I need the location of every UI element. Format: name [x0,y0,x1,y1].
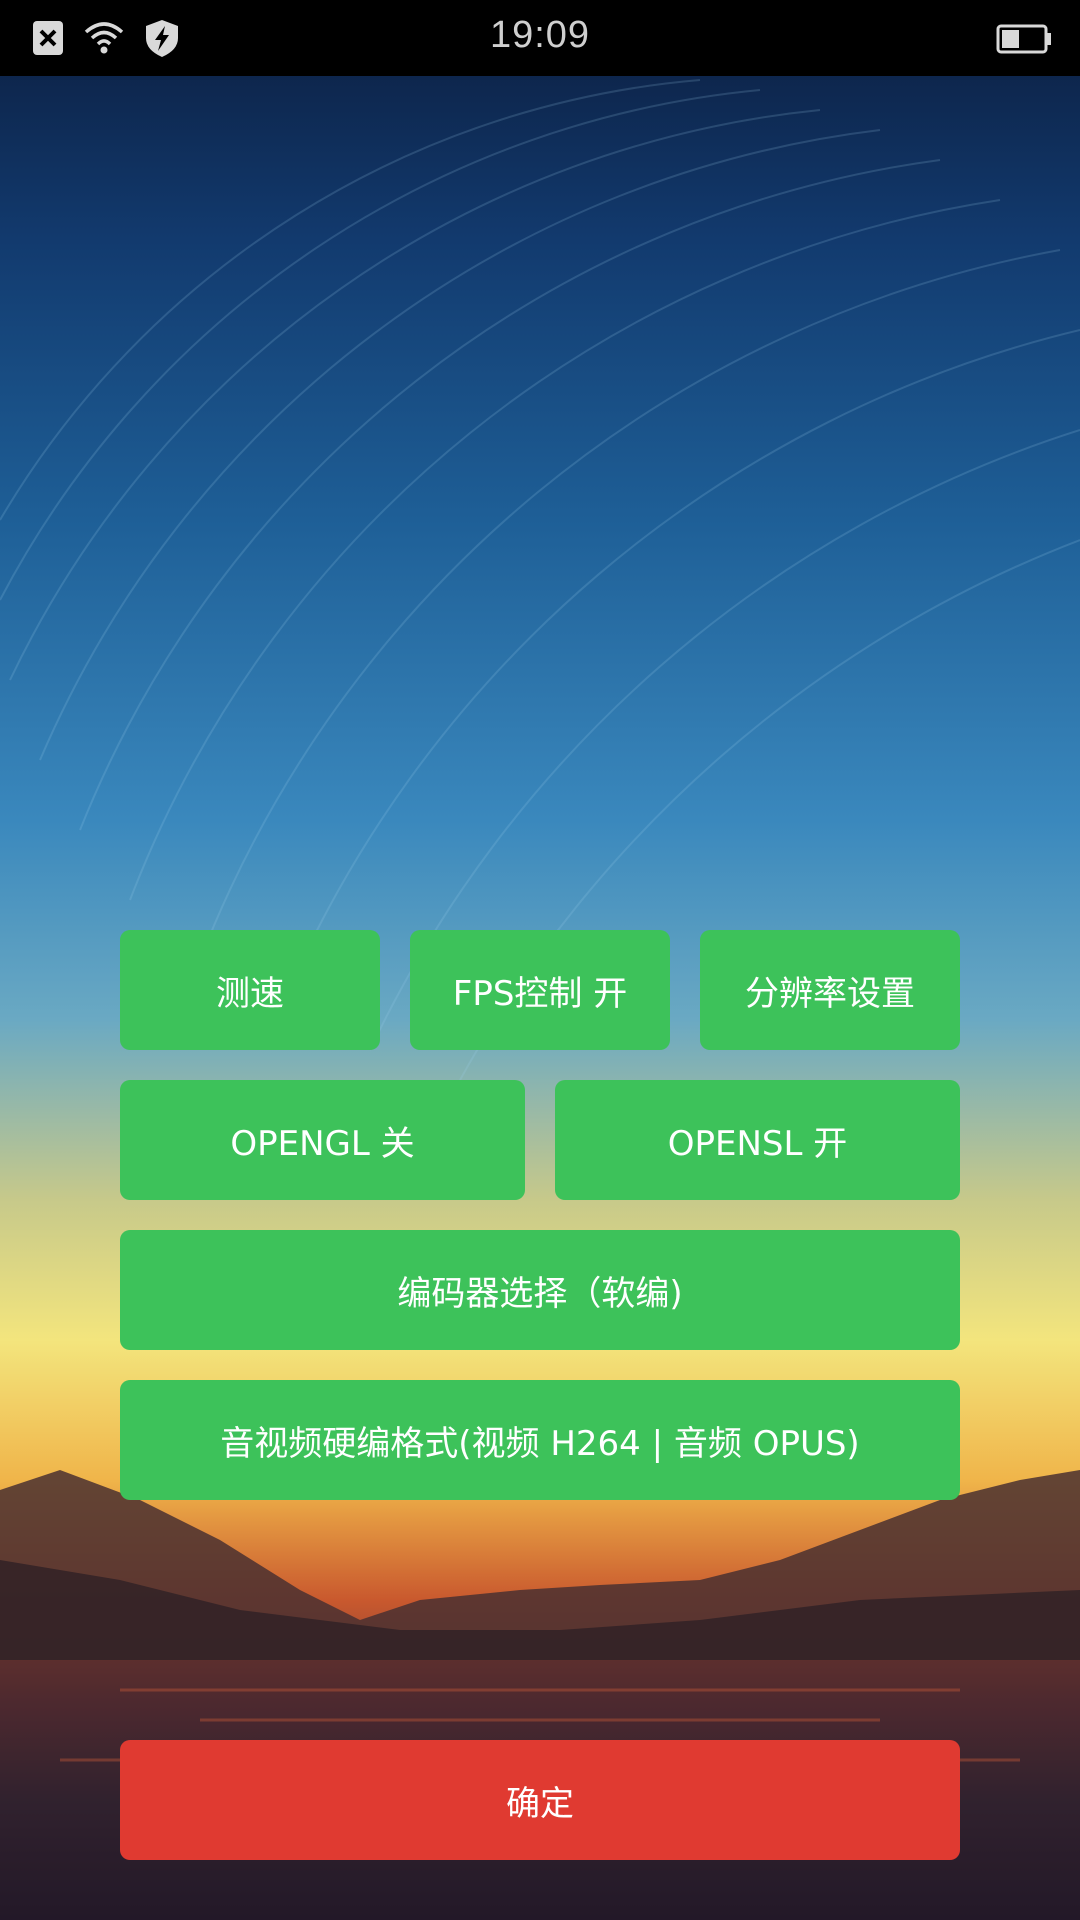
opengl-toggle-button[interactable]: OPENGL 关 [120,1080,525,1200]
battery-icon [996,24,1051,54]
shield-bolt-icon [146,20,178,57]
app-screen: 19:09 测速 FPS控制 开 分辨率设置 OPENGL 关 OPENSL 开… [0,0,1080,1920]
fps-control-button[interactable]: FPS控制 开 [410,930,670,1050]
close-notification-icon [33,21,63,55]
speed-test-button[interactable]: 测速 [120,930,380,1050]
wifi-icon [84,22,124,54]
hw-encode-format-button[interactable]: 音视频硬编格式(视频 H264 | 音频 OPUS) [120,1380,960,1500]
encoder-select-button[interactable]: 编码器选择（软编) [120,1230,960,1350]
opensl-toggle-button[interactable]: OPENSL 开 [555,1080,960,1200]
status-clock: 19:09 [489,14,591,56]
resolution-settings-button[interactable]: 分辨率设置 [700,930,960,1050]
status-bar: 19:09 [0,0,1080,76]
confirm-button[interactable]: 确定 [120,1740,960,1860]
